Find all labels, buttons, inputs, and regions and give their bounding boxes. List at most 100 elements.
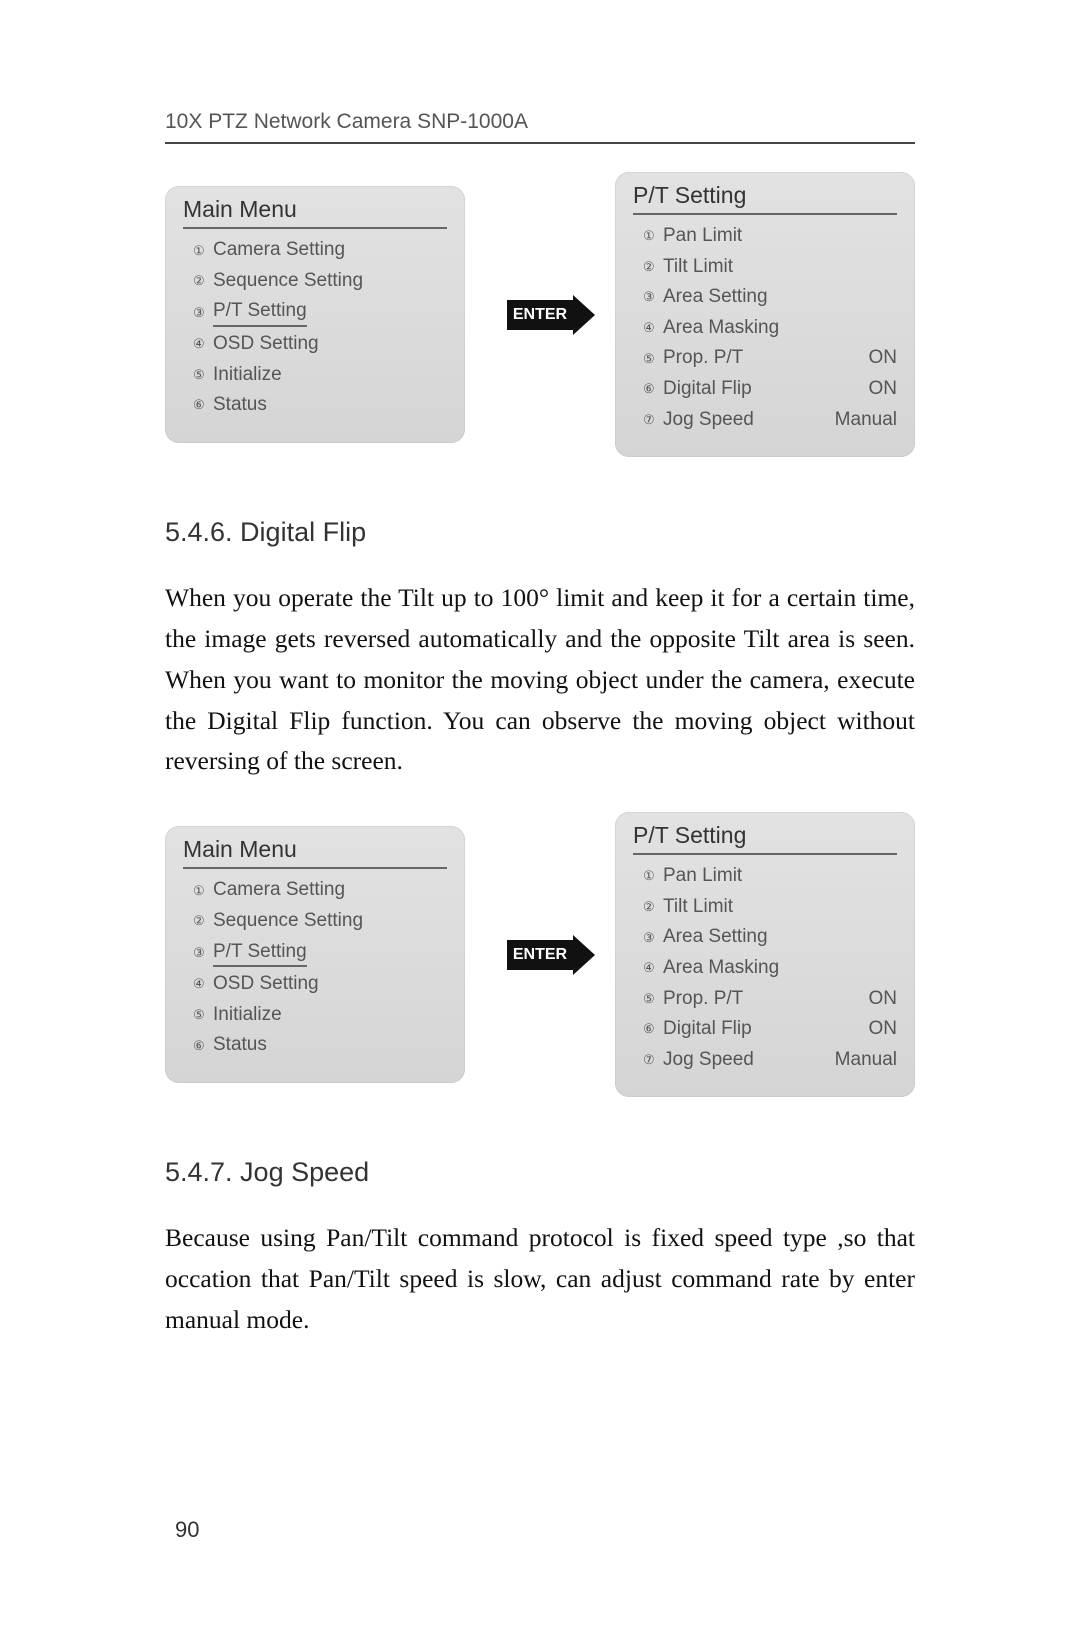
circled-number-icon: ① <box>193 242 207 260</box>
menu-item-label: Pan Limit <box>663 863 742 890</box>
menu-item-label: P/T Setting <box>213 298 307 327</box>
circled-number-icon: ⑦ <box>643 411 657 429</box>
circled-number-icon: ② <box>193 912 207 930</box>
pt-menu-item: ① Pan Limit <box>633 861 897 892</box>
menu-diagram-2: Main Menu ① Camera Setting ② Sequence Sett… <box>165 812 915 1097</box>
menu-item-label: Digital Flip <box>663 1016 752 1043</box>
circled-number-icon: ⑥ <box>193 1037 207 1055</box>
enter-label: ENTER <box>507 300 573 330</box>
main-menu-item: ④OSD Setting <box>183 329 447 360</box>
menu-item-label: OSD Setting <box>213 971 319 998</box>
menu-item-label: Initialize <box>213 1002 282 1029</box>
doc-header: 10X PTZ Network Camera SNP-1000A <box>165 110 915 144</box>
pt-menu-item: ⑦ Jog Speed Manual <box>633 405 897 436</box>
main-menu-item: ④ OSD Setting <box>183 969 447 1000</box>
main-menu-title: Main Menu <box>183 194 447 229</box>
menu-item-label: Prop. P/T <box>663 986 743 1013</box>
page-number: 90 <box>175 1517 199 1543</box>
pt-setting-panel: P/T Setting ① Pan Limit ② Tilt Limit ③ Area… <box>615 172 915 457</box>
main-menu-item: ① Camera Setting <box>183 875 447 906</box>
pt-setting-title: P/T Setting <box>633 180 897 215</box>
menu-diagram-1: Main Menu ① Camera Setting ② Sequence Sett… <box>165 172 915 457</box>
menu-item-label: Sequence Setting <box>213 908 363 935</box>
menu-item-value: Manual <box>827 1047 897 1074</box>
menu-item-label: Status <box>213 392 267 419</box>
menu-item-label: Area Masking <box>663 955 779 982</box>
circled-number-icon: ② <box>643 898 657 916</box>
circled-number-icon: ⑤ <box>643 990 657 1008</box>
menu-item-label: Tilt Limit <box>663 894 733 921</box>
circled-number-icon: ⑤ <box>193 366 207 384</box>
circled-number-icon: ② <box>643 258 657 276</box>
enter-arrow: ENTER <box>490 940 590 970</box>
main-menu-panel: Main Menu ① Camera Setting ② Sequence Sett… <box>165 186 465 443</box>
menu-item-label: P/T Setting <box>213 939 307 968</box>
pt-menu-item: ② Tilt Limit <box>633 252 897 283</box>
menu-item-label: Digital Flip <box>663 376 752 403</box>
pt-setting-panel: P/T Setting ① Pan Limit ② Tilt Limit ③ Area… <box>615 812 915 1097</box>
pt-menu-item: ② Tilt Limit <box>633 892 897 923</box>
circled-number-icon: ⑤ <box>193 1006 207 1024</box>
pt-menu-item: ④ Area Masking <box>633 953 897 984</box>
pt-menu-item: ③ Area Setting <box>633 282 897 313</box>
menu-item-label: Tilt Limit <box>663 254 733 281</box>
main-menu-item-selected: ③ P/T Setting <box>183 296 447 329</box>
circled-number-icon: ④ <box>193 975 207 993</box>
pt-menu-item: ⑥Digital FlipON <box>633 1014 897 1045</box>
section-heading-jog-speed: 5.4.7. Jog Speed <box>165 1157 915 1188</box>
menu-item-value: ON <box>861 376 898 403</box>
enter-label: ENTER <box>507 940 573 970</box>
circled-number-icon: ③ <box>193 944 207 962</box>
pt-menu-item: ⑥ Digital Flip ON <box>633 374 897 405</box>
section-body-digital-flip: When you operate the Tilt up to 100° lim… <box>165 578 915 782</box>
main-menu-title: Main Menu <box>183 834 447 869</box>
main-menu-panel: Main Menu ① Camera Setting ② Sequence Sett… <box>165 826 465 1083</box>
circled-number-icon: ③ <box>643 929 657 947</box>
main-menu-item: ⑥Status <box>183 390 447 421</box>
pt-menu-item: ① Pan Limit <box>633 221 897 252</box>
main-menu-item: ① Camera Setting <box>183 235 447 266</box>
menu-item-value: Manual <box>827 407 897 434</box>
menu-item-label: Sequence Setting <box>213 268 363 295</box>
circled-number-icon: ① <box>643 227 657 245</box>
menu-item-value: ON <box>861 986 898 1013</box>
menu-item-label: Area Setting <box>663 284 768 311</box>
circled-number-icon: ③ <box>193 304 207 322</box>
menu-item-label: Camera Setting <box>213 237 345 264</box>
circled-number-icon: ④ <box>193 335 207 353</box>
main-menu-item: ② Sequence Setting <box>183 266 447 297</box>
enter-arrow: ENTER <box>490 300 590 330</box>
menu-item-label: Area Setting <box>663 924 768 951</box>
main-menu-item: ⑤ Initialize <box>183 1000 447 1031</box>
menu-item-label: Camera Setting <box>213 877 345 904</box>
main-menu-item-selected: ③ P/T Setting <box>183 937 447 970</box>
circled-number-icon: ① <box>193 882 207 900</box>
main-menu-item: ⑥ Status <box>183 1030 447 1061</box>
menu-item-value: ON <box>861 345 898 372</box>
section-body-jog-speed: Because using Pan/Tilt command protocol … <box>165 1218 915 1340</box>
circled-number-icon: ⑤ <box>643 350 657 368</box>
menu-item-label: Pan Limit <box>663 223 742 250</box>
menu-item-label: Prop. P/T <box>663 345 743 372</box>
menu-item-label: Jog Speed <box>663 1047 754 1074</box>
menu-item-label: Area Masking <box>663 315 779 342</box>
circled-number-icon: ③ <box>643 288 657 306</box>
menu-item-value: ON <box>861 1016 898 1043</box>
section-heading-digital-flip: 5.4.6. Digital Flip <box>165 517 915 548</box>
circled-number-icon: ② <box>193 272 207 290</box>
pt-menu-item: ⑦ Jog Speed Manual <box>633 1045 897 1076</box>
pt-menu-item: ④ Area Masking <box>633 313 897 344</box>
circled-number-icon: ⑥ <box>643 380 657 398</box>
pt-menu-item: ⑤ Prop. P/T ON <box>633 984 897 1015</box>
circled-number-icon: ① <box>643 867 657 885</box>
menu-item-label: Initialize <box>213 362 282 389</box>
menu-item-label: Status <box>213 1032 267 1059</box>
circled-number-icon: ⑦ <box>643 1051 657 1069</box>
menu-item-label: Jog Speed <box>663 407 754 434</box>
main-menu-item: ② Sequence Setting <box>183 906 447 937</box>
pt-setting-title: P/T Setting <box>633 820 897 855</box>
circled-number-icon: ④ <box>643 319 657 337</box>
circled-number-icon: ④ <box>643 959 657 977</box>
pt-menu-item: ③ Area Setting <box>633 922 897 953</box>
pt-menu-item: ⑤ Prop. P/T ON <box>633 343 897 374</box>
